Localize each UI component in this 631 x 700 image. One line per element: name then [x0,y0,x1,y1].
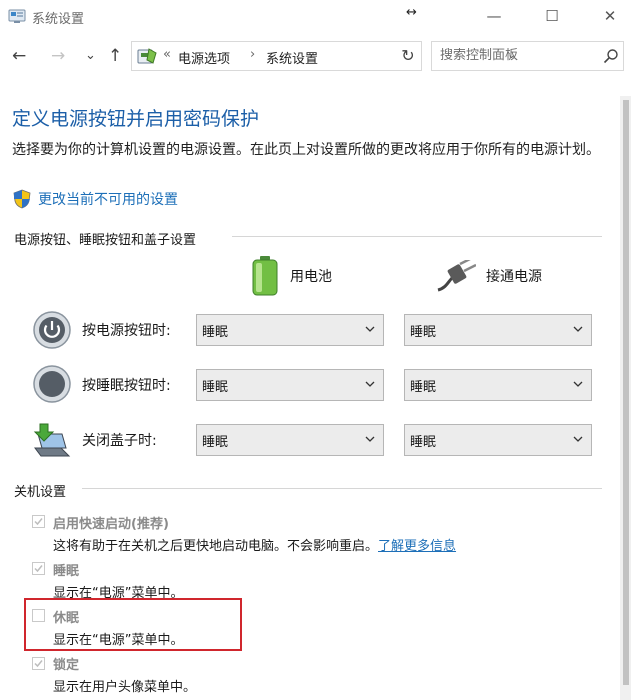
power-button-plugged-select[interactable]: 睡眠 [404,314,592,346]
lock-option-label: 锁定 [53,658,80,673]
section-divider [82,488,602,489]
lid-close-label: 关闭盖子时: [82,433,157,449]
sleep-option-label: 睡眠 [53,564,80,579]
chevron-down-icon [365,436,375,442]
chevron-down-icon [365,381,375,387]
scrollbar-thumb[interactable] [623,100,629,685]
up-button[interactable]: ↑ [108,46,122,66]
plugged-column-label: 接通电源 [486,269,542,285]
breadcrumb-power-options[interactable]: 电源选项 [178,48,230,67]
sleep-checkbox[interactable] [32,562,45,575]
recent-locations-button[interactable]: ⌄ [85,46,96,66]
uac-shield-icon [12,189,32,213]
select-value: 睡眠 [202,380,229,395]
select-value: 睡眠 [410,435,437,450]
address-box[interactable]: « 电源选项 › 系统设置 ⌄ [131,41,516,71]
title-bar: 系统设置 ↔ — ☐ ✕ [0,0,631,34]
power-button-icon [32,310,72,350]
power-plug-icon [436,256,477,296]
sleep-button-plugged-select[interactable]: 睡眠 [404,369,592,401]
highlight-box [24,598,242,651]
search-icon[interactable] [603,48,619,64]
section-title-shutdown: 关机设置 [14,485,67,500]
chevron-down-icon [573,436,583,442]
page-description: 选择要为你的计算机设置的电源设置。在此页上对设置所做的更改将应用于你所有的电源计… [12,142,600,158]
maximize-button[interactable]: ☐ [534,4,570,28]
fast-startup-checkbox[interactable] [32,515,45,528]
section-title-buttons: 电源按钮、睡眠按钮和盖子设置 [14,233,197,248]
lock-option-description: 显示在用户头像菜单中。 [53,680,197,695]
section-divider [232,236,602,237]
sleep-button-icon [32,364,72,404]
select-value: 睡眠 [202,325,229,340]
fast-startup-description-text: 这将有助于在关机之后更快地启动电脑。不会影响重启。 [53,539,379,554]
lock-checkbox[interactable] [32,657,45,670]
page-title: 定义电源按钮并启用密码保护 [12,108,260,130]
select-value: 睡眠 [202,435,229,450]
vertical-scrollbar[interactable] [620,96,631,700]
sleep-button-label: 按睡眠按钮时: [82,378,171,394]
navigation-bar: ← → ⌄ ↑ « 电源选项 › 系统设置 ⌄ ↻ [0,36,631,76]
select-value: 睡眠 [410,325,437,340]
forward-button[interactable]: → [51,46,65,66]
power-options-icon [136,47,158,71]
chevron-down-icon [573,381,583,387]
back-button[interactable]: ← [12,46,26,66]
battery-column-label: 用电池 [290,269,332,285]
minimize-button[interactable]: — [476,4,512,28]
chevron-down-icon [573,326,583,332]
change-unavailable-settings-link[interactable]: 更改当前不可用的设置 [38,189,178,209]
power-button-battery-select[interactable]: 睡眠 [196,314,384,346]
resize-cursor-icon: ↔ [406,5,417,20]
close-button[interactable]: ✕ [592,4,628,28]
control-panel-icon [8,8,26,24]
search-box[interactable] [431,41,624,71]
fast-startup-label: 启用快速启动(推荐) [53,517,169,532]
refresh-button[interactable]: ↻ [396,44,420,68]
chevron-down-icon [365,326,375,332]
breadcrumb-system-settings[interactable]: 系统设置 [266,48,318,67]
lid-close-battery-select[interactable]: 睡眠 [196,424,384,456]
battery-icon [250,256,280,300]
window-title: 系统设置 [32,12,85,27]
fast-startup-description: 这将有助于在关机之后更快地启动电脑。不会影响重启。了解更多信息 [53,535,456,554]
sleep-button-battery-select[interactable]: 睡眠 [196,369,384,401]
breadcrumb-separator: › [250,47,256,62]
laptop-lid-icon [32,420,72,460]
learn-more-link[interactable]: 了解更多信息 [378,539,456,554]
breadcrumb-overflow[interactable]: « [163,47,171,62]
lid-close-plugged-select[interactable]: 睡眠 [404,424,592,456]
select-value: 睡眠 [410,380,437,395]
power-button-label: 按电源按钮时: [82,323,171,339]
search-input[interactable] [440,48,590,63]
